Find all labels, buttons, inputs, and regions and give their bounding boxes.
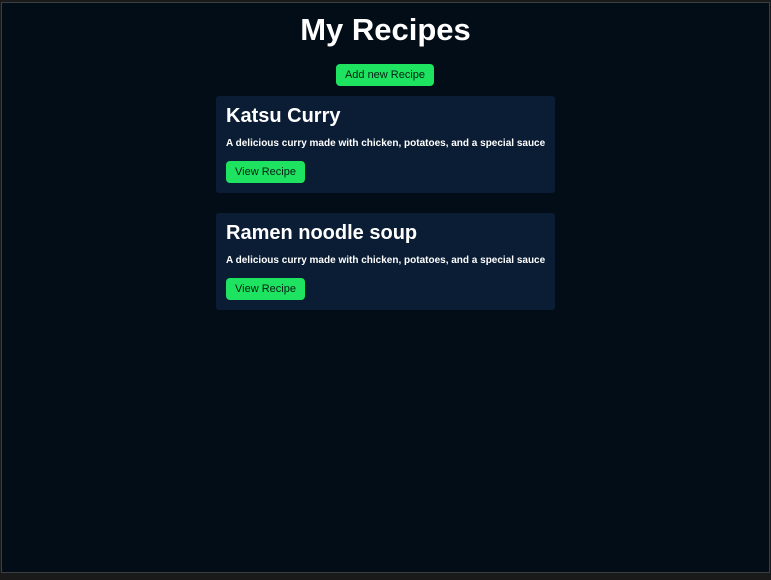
page-title: My Recipes xyxy=(300,12,471,47)
recipe-title: Katsu Curry xyxy=(226,105,341,127)
app-window: My Recipes Add new Recipe Katsu Curry A … xyxy=(1,2,770,573)
recipe-description: A delicious curry made with chicken, pot… xyxy=(226,255,546,266)
recipe-card: Ramen noodle soup A delicious curry made… xyxy=(216,213,555,310)
recipe-description: A delicious curry made with chicken, pot… xyxy=(226,138,546,149)
recipe-title: Ramen noodle soup xyxy=(226,222,418,244)
recipe-card: Katsu Curry A delicious curry made with … xyxy=(216,96,555,193)
add-recipe-button[interactable]: Add new Recipe xyxy=(336,64,434,86)
view-recipe-button[interactable]: View Recipe xyxy=(226,278,305,300)
view-recipe-button[interactable]: View Recipe xyxy=(226,161,305,183)
